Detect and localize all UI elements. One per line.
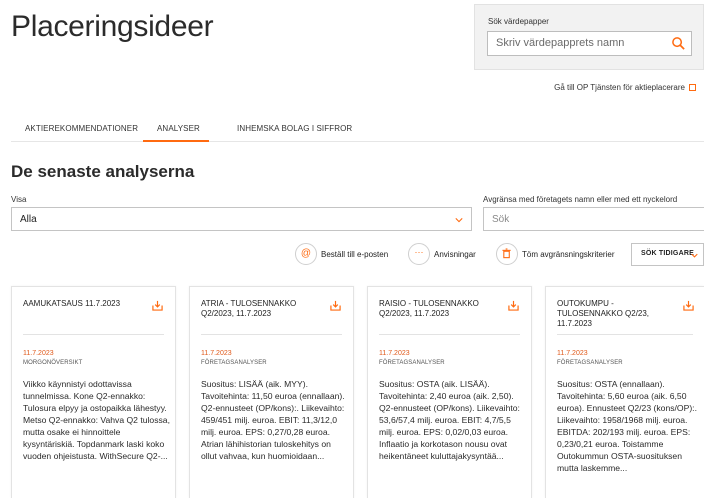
search-input[interactable]: Skriv värdepapprets namn — [487, 31, 692, 56]
email-icon[interactable]: @ — [295, 243, 317, 265]
chevron-down-icon — [691, 253, 698, 258]
external-link-icon — [689, 84, 696, 91]
trash-icon[interactable] — [496, 243, 518, 265]
card-title[interactable]: RAISIO - TULOSENNAKKO Q2/2023, 11.7.2023 — [379, 299, 499, 319]
op-service-link[interactable]: Gå till OP Tjänsten för aktieplacerare — [554, 83, 696, 92]
op-service-link-label[interactable]: Gå till OP Tjänsten för aktieplacerare — [554, 83, 685, 92]
analysis-card[interactable]: RAISIO - TULOSENNAKKO Q2/2023, 11.7.2023… — [367, 286, 532, 498]
card-summary: Suositus: OSTA (aik. LISÄÄ). Tavoitehint… — [379, 379, 520, 461]
download-icon[interactable] — [683, 300, 694, 311]
active-tab-indicator — [143, 140, 209, 142]
search-placeholder: Skriv värdepapprets namn — [496, 37, 625, 49]
more-icon[interactable]: ··· — [408, 243, 430, 265]
visa-select[interactable]: Alla — [11, 207, 472, 231]
download-icon[interactable] — [508, 300, 519, 311]
download-icon[interactable] — [330, 300, 341, 311]
instructions-link[interactable]: Anvisningar — [434, 250, 476, 259]
keyword-search-placeholder: Sök — [492, 214, 510, 225]
card-category: FÖRETAGSANALYSER — [379, 360, 445, 366]
chevron-down-icon — [455, 218, 463, 223]
section-title: De senaste analyserna — [11, 162, 195, 181]
security-search-panel: Sök värdepapper Skriv värdepapprets namn — [474, 4, 704, 70]
card-summary: Suositus: LISÄÄ (aik. MYY). Tavoitehinta… — [201, 379, 345, 461]
visa-selected-value: Alla — [20, 214, 37, 225]
card-title[interactable]: ATRIA - TULOSENNAKKO Q2/2023, 11.7.2023 — [201, 299, 321, 319]
analysis-card[interactable]: AAMUKATSAUS 11.7.2023 11.7.2023 MORGONÖV… — [11, 286, 176, 498]
tab-aktierekommendationer[interactable]: AKTIEREKOMMENDATIONER — [25, 124, 138, 133]
card-category: FÖRETAGSANALYSER — [557, 360, 623, 366]
card-category: FÖRETAGSANALYSER — [201, 360, 267, 366]
visa-label: Visa — [11, 195, 27, 204]
card-divider — [201, 334, 342, 335]
analysis-card[interactable]: OUTOKUMPU - TULOSENNAKKO Q2/23, 11.7.202… — [545, 286, 704, 498]
card-divider — [557, 334, 693, 335]
search-earlier-button[interactable]: SÖK TIDIGARE — [631, 243, 704, 266]
card-divider — [379, 334, 520, 335]
card-summary: Suositus: OSTA (ennallaan). Tavoitehinta… — [557, 379, 697, 473]
keyword-search-input[interactable]: Sök — [483, 207, 704, 231]
search-earlier-label: SÖK TIDIGARE — [641, 250, 694, 257]
download-icon[interactable] — [152, 300, 163, 311]
card-date: 11.7.2023 — [23, 350, 54, 357]
tab-inhemska-bolag[interactable]: INHEMSKA BOLAG I SIFFROR — [237, 124, 352, 133]
card-category: MORGONÖVERSIKT — [23, 360, 83, 366]
card-date: 11.7.2023 — [201, 350, 232, 357]
card-summary: Viikko käynnistyi odottavissa tunnelmiss… — [23, 379, 170, 461]
order-email-link[interactable]: Beställ till e-posten — [321, 250, 388, 259]
card-divider — [23, 334, 164, 335]
card-date: 11.7.2023 — [557, 350, 588, 357]
limit-label: Avgränsa med företagets namn eller med e… — [483, 195, 678, 204]
card-title[interactable]: AAMUKATSAUS 11.7.2023 — [23, 299, 143, 309]
search-icon[interactable] — [671, 36, 686, 51]
search-label: Sök värdepapper — [488, 17, 549, 26]
tab-analyser[interactable]: ANALYSER — [157, 124, 200, 133]
tabs-divider — [11, 141, 704, 142]
card-date: 11.7.2023 — [379, 350, 410, 357]
page-title: Placeringsideer — [11, 10, 214, 43]
analysis-card[interactable]: ATRIA - TULOSENNAKKO Q2/2023, 11.7.2023 … — [189, 286, 354, 498]
clear-filters-link[interactable]: Töm avgränsningskriterier — [522, 250, 614, 259]
card-title[interactable]: OUTOKUMPU - TULOSENNAKKO Q2/23, 11.7.202… — [557, 299, 677, 329]
